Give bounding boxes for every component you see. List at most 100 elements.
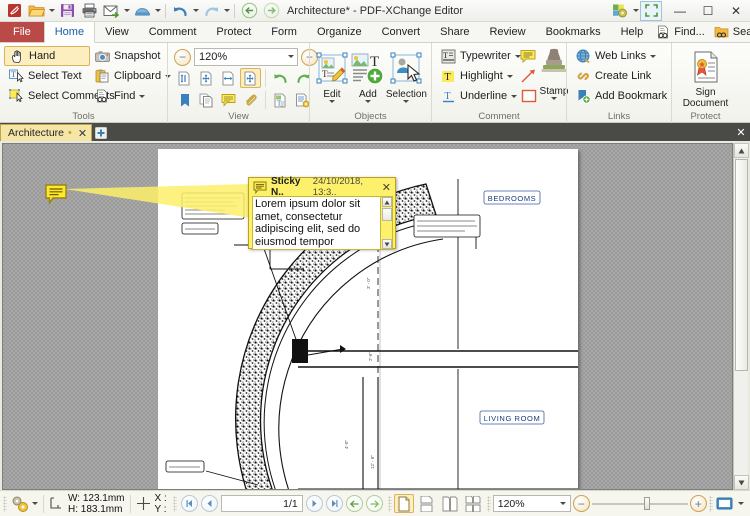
app-logo-icon[interactable] xyxy=(3,1,25,21)
view-fit-width-icon[interactable] xyxy=(218,68,239,88)
scroll-down-button[interactable] xyxy=(733,475,749,490)
note-scroll-thumb[interactable] xyxy=(381,208,392,221)
zoom-dropdown-caret-icon[interactable] xyxy=(288,55,294,58)
tab-convert[interactable]: Convert xyxy=(372,22,431,42)
view-fit-visible-icon[interactable] xyxy=(240,68,261,88)
sticky-note-popup[interactable]: Sticky N.. 24/10/2018, 13:3.. ✕ Lorem ip… xyxy=(248,176,396,250)
status-zoom-caret-icon[interactable] xyxy=(559,502,566,505)
underline-dropdown-caret-icon[interactable] xyxy=(511,94,518,98)
back-icon[interactable] xyxy=(238,1,260,21)
sticky-note-popup-header[interactable]: Sticky N.. 24/10/2018, 13:3.. ✕ xyxy=(249,176,395,198)
close-button[interactable]: ✕ xyxy=(722,0,750,22)
link-web-links[interactable]: Web Links xyxy=(571,46,671,66)
search-button[interactable]: Search... xyxy=(712,24,750,40)
next-view-button[interactable] xyxy=(365,495,383,512)
new-tab-button[interactable] xyxy=(92,124,110,141)
view-mode-single-continuous[interactable] xyxy=(417,494,437,513)
find-button[interactable]: Find... xyxy=(653,24,707,40)
settings-dropdown-caret-icon[interactable] xyxy=(32,502,38,505)
open-dropdown-caret-icon[interactable] xyxy=(47,1,56,21)
object-add-button[interactable]: T Add xyxy=(350,49,386,103)
skin-dropdown-caret-icon[interactable] xyxy=(631,1,640,21)
email-dropdown-caret-icon[interactable] xyxy=(122,1,131,21)
text-fields-pane-icon[interactable]: T xyxy=(270,90,291,110)
last-page-button[interactable] xyxy=(325,495,343,512)
first-page-button[interactable] xyxy=(180,495,198,512)
tab-help[interactable]: Help xyxy=(611,22,654,42)
document-tab-close-icon[interactable]: ✕ xyxy=(78,127,87,140)
comment-stamp-button[interactable]: Stamp xyxy=(539,46,569,100)
edit-dropdown-caret-icon[interactable] xyxy=(328,100,335,103)
zoom-slider[interactable] xyxy=(591,495,688,512)
sticky-note-text[interactable]: Lorem ipsum dolor sit amet, consectetur … xyxy=(252,196,381,250)
selection-dropdown-caret-icon[interactable] xyxy=(403,100,410,103)
fullscreen-dropdown-caret-icon[interactable] xyxy=(737,502,744,505)
find-dropdown-caret-icon[interactable] xyxy=(139,94,146,98)
next-page-button[interactable] xyxy=(305,495,323,512)
tab-review[interactable]: Review xyxy=(479,22,535,42)
document-tab-architecture[interactable]: Architecture • ✕ xyxy=(0,124,93,141)
note-scroll-up-icon[interactable] xyxy=(381,197,392,207)
comment-underline[interactable]: T Underline xyxy=(436,86,518,106)
bookmarks-pane-icon[interactable] xyxy=(174,90,195,110)
page-number-input[interactable]: 1/1 xyxy=(220,495,303,512)
tool-snapshot[interactable]: Snapshot xyxy=(90,46,170,66)
comment-typewriter[interactable]: T Typewriter xyxy=(436,46,521,66)
comments-pane-icon[interactable] xyxy=(218,90,239,110)
arrow-tool-icon[interactable] xyxy=(518,66,539,86)
tab-organize[interactable]: Organize xyxy=(307,22,372,42)
maximize-button[interactable]: ☐ xyxy=(694,0,722,22)
save-icon[interactable] xyxy=(56,1,78,21)
view-mode-two-page[interactable] xyxy=(440,494,460,513)
prev-page-button[interactable] xyxy=(200,495,218,512)
document-vertical-scrollbar[interactable] xyxy=(733,143,749,490)
zoom-level-input[interactable]: 120% xyxy=(194,48,298,66)
tool-clipboard[interactable]: Clipboard xyxy=(90,66,172,86)
link-add-bookmark[interactable]: Add Bookmark xyxy=(571,86,671,106)
sticky-note-tool-icon[interactable] xyxy=(518,46,539,66)
forward-icon[interactable] xyxy=(260,1,282,21)
fullscreen-icon[interactable] xyxy=(715,494,736,514)
sticky-note-close-icon[interactable]: ✕ xyxy=(382,181,393,194)
tab-form[interactable]: Form xyxy=(261,22,307,42)
tab-bookmarks[interactable]: Bookmarks xyxy=(536,22,611,42)
document-settings-icon[interactable] xyxy=(9,494,30,514)
tab-file[interactable]: File xyxy=(0,22,44,42)
stamp-dropdown-caret-icon[interactable] xyxy=(551,97,557,100)
redo-dropdown-caret-icon[interactable] xyxy=(222,1,231,21)
add-dropdown-caret-icon[interactable] xyxy=(364,100,371,103)
rectangle-tool-icon[interactable] xyxy=(518,86,539,106)
view-actual-size-icon[interactable] xyxy=(174,68,195,88)
highlight-dropdown-caret-icon[interactable] xyxy=(506,74,513,78)
sticky-note-icon[interactable] xyxy=(45,184,67,206)
sticky-note-scrollbar[interactable] xyxy=(381,196,393,250)
fullscreen-toggle-icon[interactable] xyxy=(640,0,662,21)
view-mode-two-page-continuous[interactable] xyxy=(463,494,483,513)
tool-find[interactable]: Find xyxy=(90,86,170,106)
open-icon[interactable] xyxy=(25,1,47,21)
close-all-tabs-button[interactable]: ✕ xyxy=(732,123,750,141)
previous-view-button[interactable] xyxy=(345,495,363,512)
web-links-dropdown-caret-icon[interactable] xyxy=(650,54,657,58)
sign-document-button[interactable]: Sign Document xyxy=(678,49,734,109)
undo-icon[interactable] xyxy=(169,1,191,21)
redo-icon[interactable] xyxy=(200,1,222,21)
tool-select-comments[interactable]: Select Comments xyxy=(4,86,115,106)
tab-protect[interactable]: Protect xyxy=(206,22,261,42)
tab-share[interactable]: Share xyxy=(430,22,479,42)
status-zoom-select[interactable]: 120% xyxy=(492,495,571,512)
note-scroll-down-icon[interactable] xyxy=(381,239,392,249)
view-fit-page-icon[interactable] xyxy=(196,68,217,88)
tab-view[interactable]: View xyxy=(95,22,139,42)
attachments-pane-icon[interactable] xyxy=(240,90,261,110)
zoom-slider-knob[interactable] xyxy=(643,497,650,510)
minimize-button[interactable]: — xyxy=(666,0,694,22)
tool-select-text[interactable]: T Select Text xyxy=(4,66,90,86)
tool-hand[interactable]: Hand xyxy=(4,46,90,66)
tab-home[interactable]: Home xyxy=(43,22,96,43)
document-viewport[interactable]: BEDROOMS LIVING ROOM 8' - 0" 3' - 0" 2'-… xyxy=(2,143,733,490)
object-selection-button[interactable]: Selection xyxy=(386,49,427,103)
tab-comment[interactable]: Comment xyxy=(139,22,207,42)
pages-pane-icon[interactable] xyxy=(196,90,217,110)
scan-icon[interactable] xyxy=(131,1,153,21)
